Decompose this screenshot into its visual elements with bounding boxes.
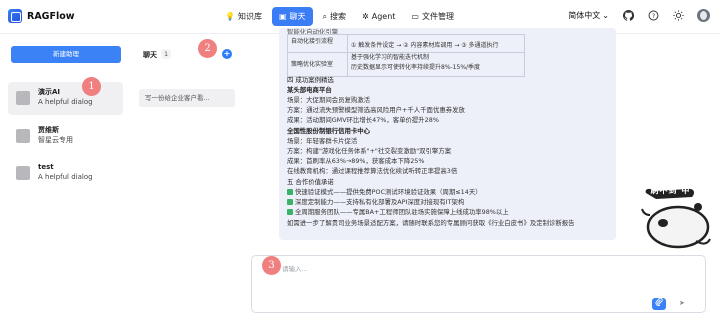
nav-item-chat[interactable]: ▣ 聊天 xyxy=(271,7,313,26)
table-cell: 策略优化实验室 xyxy=(287,52,348,77)
conversation-panel: 聊天 1 + 写一份给企业客户看... xyxy=(128,34,238,321)
checkmark-icon xyxy=(287,188,293,195)
new-assistant-button[interactable]: 新建助理 xyxy=(11,46,121,63)
conversation-title: 聊天 xyxy=(143,51,157,59)
assistant-avatar-icon xyxy=(16,91,30,105)
chevron-down-icon: ⌄ xyxy=(602,11,609,20)
nav-label: 知识库 xyxy=(237,12,262,21)
annotation-marker-2: 2 xyxy=(198,39,217,58)
case-line: 场景：大促期间会员复购激活 xyxy=(287,96,371,104)
commitment-item: 快速验证模式——提供免费POC测试环境验证效果（周期≤14天） xyxy=(287,188,482,198)
assistant-name: 贾维斯 xyxy=(38,126,59,134)
section-heading: 四 成功案例精选 xyxy=(287,76,334,84)
language-label: 简体中文 xyxy=(568,11,601,20)
new-conversation-plus-icon[interactable]: + xyxy=(222,49,232,59)
table-row: 自动化接引流程 ① 触发条件设定 → ② 内容素材库调用 → ③ 多通道执行 xyxy=(287,34,525,53)
message-input[interactable]: 请输入... ➤ xyxy=(251,255,706,313)
github-icon[interactable] xyxy=(622,10,634,22)
theme-toggle-sun-icon[interactable] xyxy=(672,10,684,22)
folder-icon: ▭ xyxy=(411,11,419,21)
table-cell-line: 基于强化学习的智能迭代机制 xyxy=(351,54,430,61)
annotation-marker-1: 1 xyxy=(82,77,101,96)
assistant-name: test xyxy=(38,163,54,171)
nav-item-file-management[interactable]: ▭ 文件管理 xyxy=(405,7,460,26)
assistant-description: A helpful dialog xyxy=(38,98,93,106)
agent-icon: ✲ xyxy=(362,11,369,21)
sticker-caption: S 刷不到 中 ! xyxy=(640,186,699,195)
nav-label: 文件管理 xyxy=(421,12,454,21)
assistant-item[interactable]: test A helpful dialog xyxy=(8,157,123,190)
table-cell: ① 触发条件设定 → ② 内容素材库调用 → ③ 多通道执行 xyxy=(347,34,525,53)
case-line: 方案：构建"游戏化任务体系"+"社交裂变激励"双引擎方案 xyxy=(287,147,452,155)
table-cell-line: 历史数据显示可使转化率持续提升8%-15%/季度 xyxy=(351,63,481,71)
assistant-name: 演示AI xyxy=(38,88,61,96)
help-icon[interactable]: ? xyxy=(647,10,659,22)
main-nav: 💡 知识库 ▣ 聊天 ⌕ 搜索 ✲ Agent ▭ 文件管理 xyxy=(219,7,460,26)
brand-name: RAGFlow xyxy=(27,10,75,22)
send-button[interactable] xyxy=(652,297,666,310)
commitment-text: 快速验证模式——提供免费POC测试环境验证效果（周期≤14天） xyxy=(295,188,482,196)
case-line: 方案：通过流失预警模型筛选高风险用户+千人千面优惠券发放 xyxy=(287,106,465,114)
closing-line: 如需进一步了解贵司业务场景适配方案，请随时联系您的专属顾问获取《行业白皮书》及定… xyxy=(287,219,575,227)
nav-label: Agent xyxy=(371,12,396,21)
conversation-item[interactable]: 写一份给企业客户看... xyxy=(139,89,235,107)
nav-item-agent[interactable]: ✲ Agent xyxy=(356,7,401,26)
language-selector[interactable]: 简体中文 ⌄ xyxy=(568,10,609,21)
nav-label: 聊天 xyxy=(289,12,306,21)
assistant-avatar-icon xyxy=(16,129,30,143)
assistant-description: A helpful dialog xyxy=(38,173,93,181)
nav-item-knowledge-base[interactable]: 💡 知识库 xyxy=(219,7,268,26)
checkmark-icon xyxy=(287,198,293,205)
checkmark-icon xyxy=(287,208,293,215)
case-heading: 某头部电商平台 xyxy=(287,86,332,94)
conversation-count-badge: 1 xyxy=(161,49,172,59)
case-line: 场景：年轻客群卡片促活 xyxy=(287,137,358,145)
svg-text:?: ? xyxy=(651,13,654,20)
section-heading: 五 合作价值承诺 xyxy=(287,178,334,186)
commitment-item: 全周期服务团队——专属BA+工程师团队驻场实施保障上线成功率98%以上 xyxy=(287,208,509,218)
brand[interactable]: RAGFlow xyxy=(8,9,75,23)
paperclip-icon xyxy=(655,297,663,306)
send-arrow-icon[interactable]: ➤ xyxy=(679,299,687,308)
nav-item-search[interactable]: ⌕ 搜索 xyxy=(317,7,352,26)
commitment-item: 深度定制能力——支持私有化部署及API深度对接现有IT架构 xyxy=(287,198,464,208)
assistant-avatar-icon xyxy=(16,166,30,180)
search-icon: ⌕ xyxy=(322,11,328,21)
sticker-image: S 刷不到 中 ! xyxy=(636,185,716,259)
table-row: 策略优化实验室 基于强化学习的智能迭代机制 历史数据显示可使转化率持续提升8%-… xyxy=(287,52,525,77)
commitment-text: 全周期服务团队——专属BA+工程师团队驻场实施保障上线成功率98%以上 xyxy=(295,208,509,216)
assistant-item[interactable]: 贾维斯 智星云专用 xyxy=(8,120,123,153)
table-cell: 自动化接引流程 xyxy=(287,34,348,53)
assistant-item[interactable]: 演示AI A helpful dialog xyxy=(8,82,123,115)
user-avatar[interactable] xyxy=(697,9,710,22)
assistant-message-bubble: 智能化自动化引擎 自动化接引流程 ① 触发条件设定 → ② 内容素材库调用 → … xyxy=(279,28,616,240)
strategy-table: 自动化接引流程 ① 触发条件设定 → ② 内容素材库调用 → ③ 多通道执行 策… xyxy=(287,34,525,77)
nav-label: 搜索 xyxy=(330,12,347,21)
case-line: 在线教育机构：通过课程推荐算法优化续试听转正率提高3倍 xyxy=(287,167,458,175)
message-input-placeholder: 请输入... xyxy=(282,265,308,273)
chat-area: 智能化自动化引擎 自动化接引流程 ① 触发条件设定 → ② 内容素材库调用 → … xyxy=(238,28,720,321)
commitment-text: 深度定制能力——支持私有化部署及API深度对接现有IT架构 xyxy=(295,198,465,206)
lightbulb-icon: 💡 xyxy=(225,11,235,21)
toolbar-right: 简体中文 ⌄ ? xyxy=(568,9,710,22)
ragflow-logo-icon xyxy=(8,9,22,23)
case-heading: 全国性股份制银行信用卡中心 xyxy=(287,127,371,135)
case-line: 成果：首刷率从63%→89%，获客成本下降25% xyxy=(287,157,425,165)
case-line: 成果：活动期间GMV环比增长47%，客单价提升28% xyxy=(287,116,439,124)
annotation-marker-3: 3 xyxy=(262,256,281,275)
table-cell: 基于强化学习的智能迭代机制 历史数据显示可使转化率持续提升8%-15%/季度 xyxy=(347,52,525,77)
assistant-description: 智星云专用 xyxy=(38,136,73,144)
chat-icon: ▣ xyxy=(278,11,287,21)
assistant-sidebar: 新建助理 演示AI A helpful dialog 贾维斯 智星云专用 tes… xyxy=(0,34,128,321)
